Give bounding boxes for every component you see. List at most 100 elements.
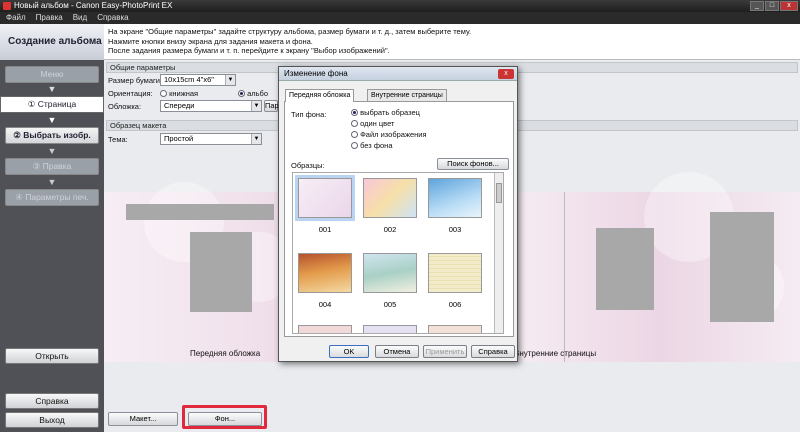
radio-icon bbox=[351, 131, 358, 138]
orientation-album-label: альбо bbox=[247, 89, 269, 98]
minimize-button[interactable]: _ bbox=[750, 1, 764, 11]
dialog-tab-body: Тип фона: выбрать образец один цвет Файл… bbox=[284, 101, 514, 337]
bg-option-file[interactable]: Файл изображения bbox=[351, 130, 427, 139]
step-menu[interactable]: Меню bbox=[5, 66, 99, 83]
photo-placeholder bbox=[190, 232, 252, 312]
radio-icon bbox=[351, 120, 358, 127]
radio-icon bbox=[351, 142, 358, 149]
radio-selected-icon bbox=[351, 109, 358, 116]
close-icon[interactable]: x bbox=[498, 69, 514, 79]
radio-icon bbox=[160, 90, 167, 97]
thumbnail-002[interactable] bbox=[363, 178, 417, 218]
step-select-images[interactable]: ② Выбрать изобр. bbox=[5, 127, 99, 144]
help-button[interactable]: Справка bbox=[5, 393, 99, 409]
bg-option-none[interactable]: без фона bbox=[351, 141, 393, 150]
highlight-frame bbox=[182, 405, 267, 429]
thumbnail-partial[interactable] bbox=[298, 325, 352, 333]
paper-size-label: Размер бумаги: bbox=[108, 76, 162, 85]
chevron-down-icon: ▼ bbox=[251, 101, 261, 111]
maximize-button[interactable]: □ bbox=[765, 1, 779, 11]
theme-label: Тема: bbox=[108, 135, 128, 144]
paper-size-select[interactable]: 10x15cm 4"x6" ▼ bbox=[160, 74, 236, 86]
bg-option-label: один цвет bbox=[360, 119, 395, 128]
tab-inner-pages[interactable]: Внутренние страницы bbox=[367, 89, 447, 101]
arrow-down-icon: ▼ bbox=[47, 146, 57, 156]
orientation-portrait-option[interactable]: книжная bbox=[160, 89, 198, 98]
cover-params-button[interactable]: Пар bbox=[264, 100, 279, 112]
thumbnail-scrollbar[interactable] bbox=[494, 173, 503, 333]
layout-button[interactable]: Макет... bbox=[108, 412, 178, 426]
arrow-down-icon: ▼ bbox=[47, 115, 57, 125]
bg-option-color[interactable]: один цвет bbox=[351, 119, 394, 128]
paper-size-value: 10x15cm 4"x6" bbox=[164, 75, 214, 84]
dialog-help-button[interactable]: Справка bbox=[471, 345, 515, 358]
instruction-line: После задания размера бумаги и т. п. пер… bbox=[108, 46, 390, 55]
bg-option-label: Файл изображения bbox=[360, 130, 427, 139]
thumbnail-partial[interactable] bbox=[428, 325, 482, 333]
window-titlebar: Новый альбом - Canon Easy-PhotoPrint EX … bbox=[0, 0, 800, 12]
step-print-settings[interactable]: ④ Параметры печ. bbox=[5, 189, 99, 206]
thumbnail-label: 004 bbox=[318, 300, 332, 309]
menu-help[interactable]: Справка bbox=[97, 12, 128, 24]
thumbnail-003[interactable] bbox=[428, 178, 482, 218]
theme-value: Простой bbox=[164, 134, 194, 143]
thumbnail-006[interactable] bbox=[428, 253, 482, 293]
bg-option-label: без фона bbox=[360, 141, 393, 150]
ok-button[interactable]: OK bbox=[329, 345, 369, 358]
menu-view[interactable]: Вид bbox=[73, 12, 87, 24]
open-button[interactable]: Открыть bbox=[5, 348, 99, 364]
window-title: Новый альбом - Canon Easy-PhotoPrint EX bbox=[14, 1, 173, 10]
thumbnail-label: 001 bbox=[318, 225, 332, 234]
thumbnail-label: 002 bbox=[383, 225, 397, 234]
chevron-down-icon: ▼ bbox=[225, 75, 235, 85]
cover-label: Обложка: bbox=[108, 102, 142, 111]
thumbnail-label: 006 bbox=[448, 300, 462, 309]
thumbnail-001[interactable] bbox=[298, 178, 352, 218]
tab-front-cover-label: Передняя обложка bbox=[289, 92, 351, 99]
inner-pages-caption: Внутренние страницы bbox=[514, 349, 597, 358]
instruction-line: Нажмите кнопки внизу экрана для задания … bbox=[108, 36, 313, 46]
orientation-portrait-label: книжная bbox=[169, 89, 199, 98]
cover-value: Спереди bbox=[164, 101, 195, 110]
instructions: На экране "Общие параметры" задайте стру… bbox=[104, 24, 800, 60]
bg-type-label: Тип фона: bbox=[291, 110, 327, 119]
step-page[interactable]: ① Страница bbox=[0, 96, 104, 113]
apply-button[interactable]: Применить bbox=[423, 345, 467, 358]
theme-select[interactable]: Простой ▼ bbox=[160, 133, 262, 145]
chevron-down-icon: ▼ bbox=[251, 134, 261, 144]
menu-edit[interactable]: Правка bbox=[36, 12, 63, 24]
search-backgrounds-button[interactable]: Поиск фонов... bbox=[437, 158, 509, 170]
thumbnail-grid: 001 002 003 004 005 006 bbox=[292, 172, 504, 334]
page-divider bbox=[564, 192, 565, 362]
dialog-titlebar: Изменение фона x bbox=[279, 67, 517, 81]
scrollbar-thumb[interactable] bbox=[496, 183, 502, 203]
front-cover-caption: Передняя обложка bbox=[190, 349, 261, 358]
arrow-down-icon: ▼ bbox=[47, 84, 57, 94]
title-placeholder bbox=[126, 204, 274, 220]
exit-button[interactable]: Выход bbox=[5, 412, 99, 428]
instruction-line: На экране "Общие параметры" задайте стру… bbox=[108, 27, 472, 36]
thumbnail-label: 003 bbox=[448, 225, 462, 234]
menu-file[interactable]: Файл bbox=[6, 12, 26, 24]
photo-placeholder bbox=[710, 212, 774, 322]
step-edit[interactable]: ③ Правка bbox=[5, 158, 99, 175]
orientation-label: Ориентация: bbox=[108, 89, 153, 98]
radio-selected-icon bbox=[238, 90, 245, 97]
bg-option-label: выбрать образец bbox=[360, 108, 420, 117]
dialog-title: Изменение фона bbox=[284, 69, 348, 78]
tab-inner-pages-label: Внутренние страницы bbox=[371, 92, 443, 99]
bg-option-sample[interactable]: выбрать образец bbox=[351, 108, 420, 117]
background-dialog: Изменение фона x Передняя обложка Внутре… bbox=[278, 66, 518, 362]
thumbnail-partial[interactable] bbox=[363, 325, 417, 333]
photo-placeholder bbox=[596, 228, 654, 310]
cancel-button[interactable]: Отмена bbox=[375, 345, 419, 358]
app-icon bbox=[3, 2, 11, 10]
thumbnail-004[interactable] bbox=[298, 253, 352, 293]
thumbnail-label: 005 bbox=[383, 300, 397, 309]
cover-select[interactable]: Спереди ▼ bbox=[160, 100, 262, 112]
orientation-album-option[interactable]: альбо bbox=[238, 89, 268, 98]
tab-front-cover[interactable]: Передняя обложка bbox=[285, 89, 355, 102]
menu-bar: Файл Правка Вид Справка bbox=[0, 12, 800, 24]
thumbnail-005[interactable] bbox=[363, 253, 417, 293]
close-button[interactable]: x bbox=[780, 1, 798, 11]
